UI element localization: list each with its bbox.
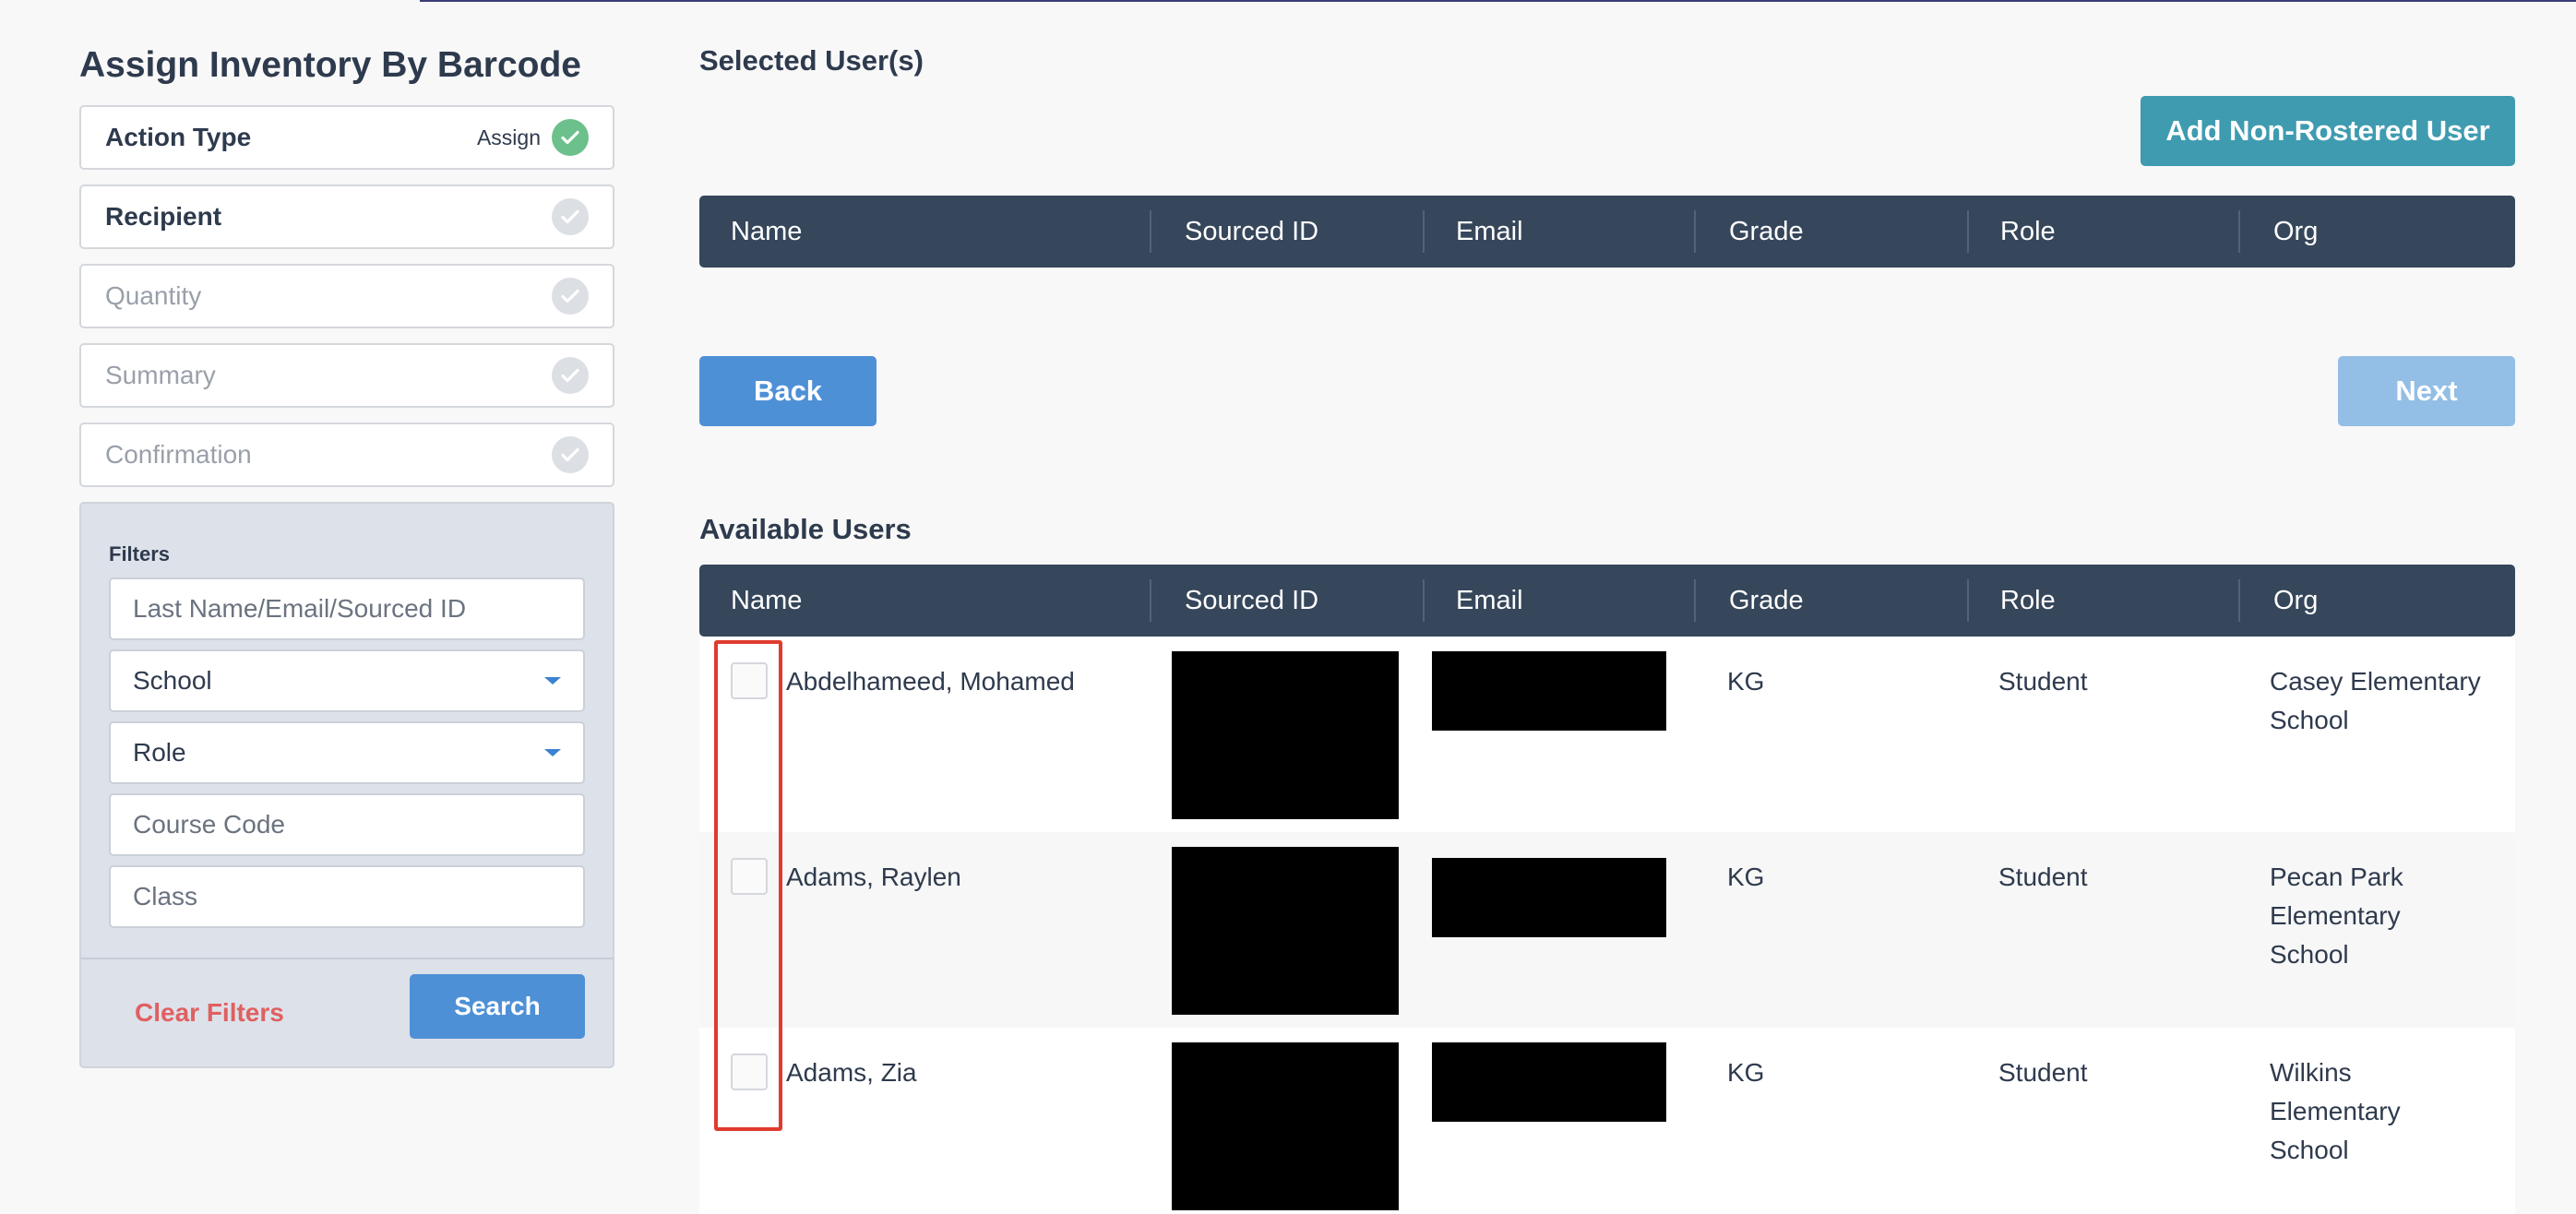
column-header-grade[interactable]: Grade xyxy=(1729,196,1804,268)
column-header-org[interactable]: Org xyxy=(2273,196,2318,268)
user-role: Student xyxy=(1998,1058,2088,1087)
wizard-steps: Action Type Assign Recipient Quantity Su… xyxy=(79,105,614,487)
school-select-value: School xyxy=(133,666,212,695)
step-label: Confirmation xyxy=(105,440,252,469)
column-divider xyxy=(1423,579,1425,622)
column-divider xyxy=(1423,210,1425,253)
column-header-email[interactable]: Email xyxy=(1456,196,1523,268)
column-header-role[interactable]: Role xyxy=(2000,565,2056,637)
search-input-placeholder: Last Name/Email/Sourced ID xyxy=(133,594,467,623)
role-select[interactable]: Role xyxy=(109,721,585,784)
user-name: Abdelhameed, Mohamed xyxy=(786,667,1075,696)
add-non-rostered-user-button[interactable]: Add Non-Rostered User xyxy=(2141,96,2515,166)
column-header-email[interactable]: Email xyxy=(1456,565,1523,637)
available-users-title: Available Users xyxy=(699,513,912,545)
column-header-grade[interactable]: Grade xyxy=(1729,565,1804,637)
table-row[interactable]: Abdelhameed, Mohamed KG Student Casey El… xyxy=(699,637,2515,832)
selected-users-table-header: Name Sourced ID Email Grade Role Org xyxy=(699,196,2515,268)
user-org: Casey Elementary School xyxy=(2270,667,2481,734)
step-label: Summary xyxy=(105,361,216,389)
redacted-email xyxy=(1432,858,1666,937)
table-row[interactable]: Adams, Raylen KG Student Pecan Park Elem… xyxy=(699,832,2515,1028)
user-role: Student xyxy=(1998,667,2088,696)
redacted-email xyxy=(1432,651,1666,731)
column-header-sourced-id[interactable]: Sourced ID xyxy=(1185,565,1318,637)
user-role: Student xyxy=(1998,863,2088,891)
school-select[interactable]: School xyxy=(109,649,585,712)
top-progress-line xyxy=(420,0,2576,2)
column-divider xyxy=(2238,579,2240,622)
user-org: Wilkins Elementary School xyxy=(2270,1058,2401,1164)
filters-panel: Filters Last Name/Email/Sourced ID Schoo… xyxy=(79,502,614,1068)
checkbox-column-highlight xyxy=(714,640,782,1131)
column-divider xyxy=(1967,210,1969,253)
column-header-role[interactable]: Role xyxy=(2000,196,2056,268)
step-label: Quantity xyxy=(105,281,202,310)
course-code-placeholder: Course Code xyxy=(133,810,285,839)
page-title: Assign Inventory By Barcode xyxy=(79,45,581,85)
filters-title: Filters xyxy=(109,542,171,565)
course-code-input[interactable]: Course Code xyxy=(109,793,585,856)
chevron-down-icon xyxy=(544,677,561,684)
wizard-sidebar: Assign Inventory By Barcode Action Type … xyxy=(79,42,614,1068)
class-input[interactable]: Class xyxy=(109,865,585,928)
redacted-email xyxy=(1432,1042,1666,1122)
selected-users-title: Selected User(s) xyxy=(699,44,924,77)
clear-filters-button[interactable]: Clear Filters xyxy=(135,998,284,1028)
class-placeholder: Class xyxy=(133,882,198,910)
step-status: Assign xyxy=(476,125,541,149)
step-quantity[interactable]: Quantity xyxy=(79,264,614,328)
user-name: Adams, Zia xyxy=(786,1058,917,1087)
step-summary[interactable]: Summary xyxy=(79,343,614,408)
role-select-value: Role xyxy=(133,738,186,767)
check-icon xyxy=(552,436,589,473)
table-row[interactable]: Adams, Zia KG Student Wilkins Elementary… xyxy=(699,1028,2515,1214)
step-action-type[interactable]: Action Type Assign xyxy=(79,105,614,170)
step-label: Recipient xyxy=(105,202,222,231)
redacted-sourced-id xyxy=(1172,651,1399,819)
step-confirmation[interactable]: Confirmation xyxy=(79,423,614,487)
back-button[interactable]: Back xyxy=(699,356,877,426)
user-org: Pecan Park Elementary School xyxy=(2270,863,2403,969)
column-divider xyxy=(1694,210,1696,253)
column-divider xyxy=(1694,579,1696,622)
column-divider xyxy=(1967,579,1969,622)
column-header-name[interactable]: Name xyxy=(731,565,802,637)
column-divider xyxy=(1150,579,1151,622)
column-header-name[interactable]: Name xyxy=(731,196,802,268)
user-grade: KG xyxy=(1727,1058,1765,1087)
chevron-down-icon xyxy=(544,749,561,756)
check-icon xyxy=(552,198,589,235)
redacted-sourced-id xyxy=(1172,1042,1399,1210)
search-button[interactable]: Search xyxy=(410,974,585,1039)
step-recipient[interactable]: Recipient xyxy=(79,184,614,249)
check-icon xyxy=(552,278,589,315)
column-header-sourced-id[interactable]: Sourced ID xyxy=(1185,196,1318,268)
check-icon xyxy=(552,119,589,156)
user-grade: KG xyxy=(1727,863,1765,891)
search-input[interactable]: Last Name/Email/Sourced ID xyxy=(109,577,585,640)
check-icon xyxy=(552,357,589,394)
user-grade: KG xyxy=(1727,667,1765,696)
column-header-org[interactable]: Org xyxy=(2273,565,2318,637)
column-divider xyxy=(2238,210,2240,253)
next-button[interactable]: Next xyxy=(2338,356,2515,426)
filters-divider xyxy=(81,958,613,959)
available-users-table-header: Name Sourced ID Email Grade Role Org xyxy=(699,565,2515,637)
column-divider xyxy=(1150,210,1151,253)
user-name: Adams, Raylen xyxy=(786,863,961,891)
redacted-sourced-id xyxy=(1172,847,1399,1015)
step-label: Action Type xyxy=(105,123,252,151)
